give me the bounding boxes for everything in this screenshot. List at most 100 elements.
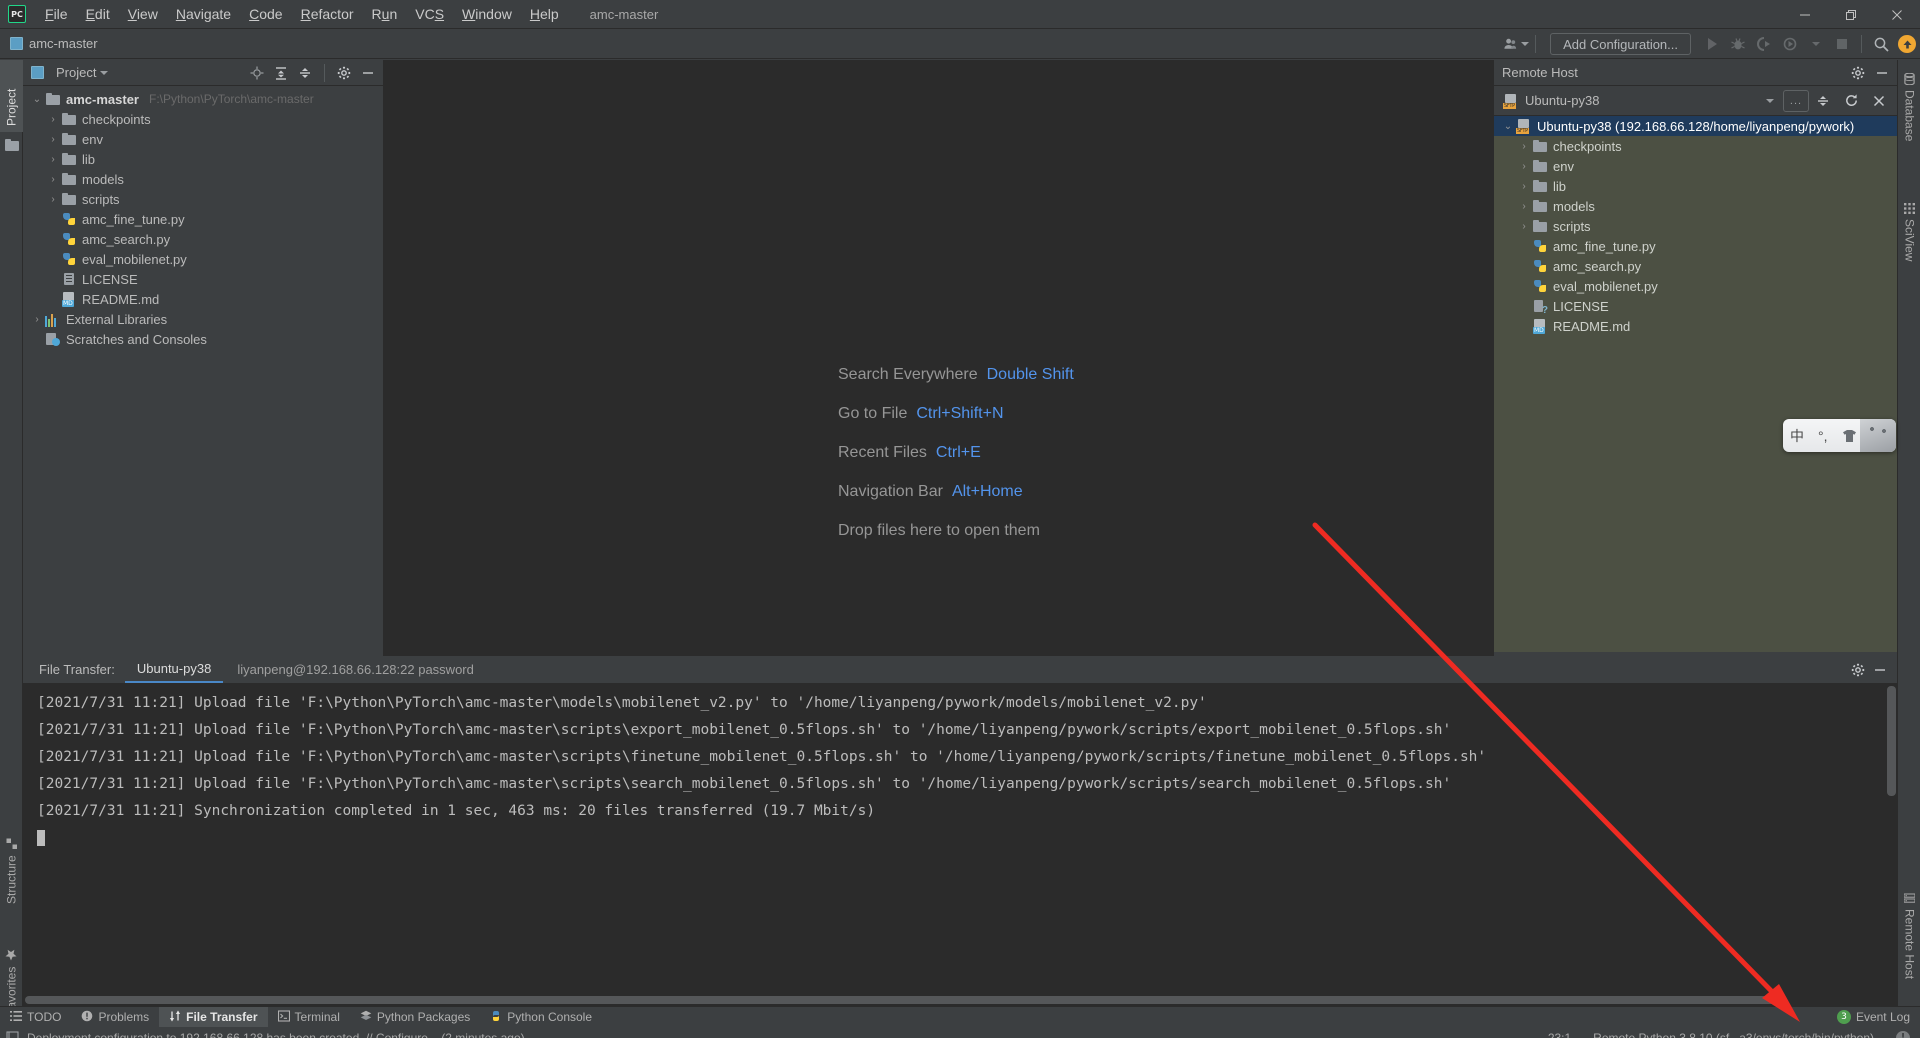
chevron-right-icon[interactable]: › — [1516, 161, 1532, 172]
ime-punctuation-mode[interactable]: °, — [1811, 428, 1835, 444]
menu-item-run[interactable]: Run — [363, 2, 407, 26]
debug-icon[interactable] — [1725, 32, 1751, 56]
locate-icon[interactable] — [246, 63, 268, 83]
user-accounts-icon[interactable] — [1503, 32, 1529, 56]
tree-row[interactable]: › env — [1494, 156, 1897, 176]
tree-row[interactable]: › lib — [1494, 176, 1897, 196]
expand-all-icon[interactable] — [270, 63, 292, 83]
bottom-tab-python-console[interactable]: Python Console — [480, 1007, 602, 1028]
chevron-down-icon[interactable] — [100, 71, 108, 75]
chevron-right-icon[interactable]: › — [1516, 141, 1532, 152]
tree-row[interactable]: ⌄ Ubuntu-py38 (192.168.66.128/home/liyan… — [1494, 116, 1897, 136]
menu-item-edit[interactable]: Edit — [77, 2, 119, 26]
menu-item-file[interactable]: File — [36, 2, 77, 26]
log-vertical-scrollbar[interactable] — [1885, 684, 1897, 1006]
chevron-right-icon[interactable]: › — [45, 114, 61, 125]
minimize-button[interactable] — [1782, 0, 1828, 29]
tree-row[interactable]: amc_fine_tune.py — [23, 209, 383, 229]
tree-row[interactable]: › models — [23, 169, 383, 189]
ime-floating-toolbar[interactable]: 中 °, — [1783, 419, 1896, 452]
run-icon[interactable] — [1699, 32, 1725, 56]
editor-area[interactable]: Search Everywhere Double Shift Go to Fil… — [384, 60, 1493, 656]
menu-item-view[interactable]: View — [119, 2, 167, 26]
profile-icon[interactable] — [1777, 32, 1803, 56]
breadcrumb[interactable]: amc-master — [10, 36, 98, 51]
chevron-down-icon[interactable]: ⌄ — [29, 94, 45, 105]
stop-icon[interactable] — [1829, 32, 1855, 56]
sidebar-item-files[interactable] — [0, 132, 23, 158]
deployment-server-combobox[interactable]: Ubuntu-py38 — [1502, 89, 1783, 113]
log-horizontal-scrollbar[interactable] — [23, 994, 1897, 1006]
chevron-right-icon[interactable]: › — [1516, 181, 1532, 192]
collapse-all-icon[interactable] — [294, 63, 316, 83]
message-icon[interactable] — [6, 1030, 19, 1038]
status-message[interactable]: Deployment configuration to 192.168.66.1… — [27, 1031, 525, 1038]
chevron-right-icon[interactable]: › — [29, 314, 45, 325]
tree-row[interactable]: › lib — [23, 149, 383, 169]
hide-icon[interactable] — [357, 63, 379, 83]
tree-row[interactable]: › checkpoints — [23, 109, 383, 129]
project-tree[interactable]: ⌄ amc-master F:\Python\PyTorch\amc-maste… — [23, 86, 383, 349]
tree-row[interactable]: › scripts — [1494, 216, 1897, 236]
search-icon[interactable] — [1868, 32, 1894, 56]
menu-item-code[interactable]: Code — [240, 2, 291, 26]
tree-row[interactable]: › scripts — [23, 189, 383, 209]
menu-item-help[interactable]: Help — [521, 2, 568, 26]
tab-ubuntu-py38[interactable]: Ubuntu-py38 — [125, 657, 223, 683]
tree-row[interactable]: Scratches and Consoles — [23, 329, 383, 349]
tree-row[interactable]: eval_mobilenet.py — [23, 249, 383, 269]
chevron-right-icon[interactable]: › — [45, 154, 61, 165]
menu-bar[interactable]: File Edit View Navigate Code Refactor Ru… — [36, 2, 568, 26]
profile-dropdown-icon[interactable] — [1803, 32, 1829, 56]
chevron-down-icon[interactable] — [1766, 99, 1774, 103]
settings-gear-icon[interactable] — [1847, 63, 1869, 83]
sidebar-item-project[interactable]: Project — [0, 60, 23, 132]
caret-position[interactable]: 23:1 — [1548, 1031, 1571, 1038]
bottom-tab-problems[interactable]: Problems — [71, 1007, 159, 1028]
maximize-button[interactable] — [1828, 0, 1874, 29]
file-transfer-log[interactable]: [2021/7/31 11:21] Upload file 'F:\Python… — [23, 684, 1897, 1006]
tree-row[interactable]: › checkpoints — [1494, 136, 1897, 156]
tree-row[interactable]: README.md — [23, 289, 383, 309]
scrollbar-thumb[interactable] — [25, 996, 1785, 1004]
ime-language-mode[interactable]: 中 — [1783, 426, 1811, 446]
settings-gear-icon[interactable] — [333, 63, 355, 83]
tree-row[interactable]: ⌄ amc-master F:\Python\PyTorch\amc-maste… — [23, 89, 383, 109]
tree-row[interactable]: amc_search.py — [1494, 256, 1897, 276]
scrollbar-thumb[interactable] — [1887, 686, 1896, 796]
tree-row[interactable]: amc_fine_tune.py — [1494, 236, 1897, 256]
chevron-right-icon[interactable]: › — [1516, 201, 1532, 212]
hide-icon[interactable] — [1869, 660, 1891, 680]
chevron-right-icon[interactable]: › — [45, 194, 61, 205]
sidebar-item-database[interactable]: Database — [1898, 64, 1920, 160]
tree-row[interactable]: amc_search.py — [23, 229, 383, 249]
close-button[interactable] — [1874, 0, 1920, 29]
interpreter-indicator[interactable]: Remote Python 3.8.10 (sf...a3/envs/torch… — [1593, 1031, 1874, 1038]
tree-row[interactable]: LICENSE — [23, 269, 383, 289]
bottom-tab-file-transfer[interactable]: File Transfer — [159, 1007, 267, 1028]
browse-ellipsis-button[interactable]: ... — [1783, 90, 1809, 112]
sidebar-item-structure[interactable]: Structure — [0, 810, 23, 910]
window-controls[interactable] — [1782, 0, 1920, 29]
settings-gear-icon[interactable] — [1847, 660, 1869, 680]
menu-item-window[interactable]: Window — [453, 2, 521, 26]
tree-row[interactable]: eval_mobilenet.py — [1494, 276, 1897, 296]
sidebar-item-remote-host[interactable]: Remote Host — [1898, 884, 1920, 1004]
collapse-all-icon[interactable] — [1809, 90, 1837, 112]
sidebar-item-sciview[interactable]: SciView — [1898, 194, 1920, 284]
chevron-right-icon[interactable]: › — [45, 134, 61, 145]
tree-row[interactable]: › External Libraries — [23, 309, 383, 329]
bottom-tab-terminal[interactable]: Terminal — [268, 1007, 350, 1028]
hide-icon[interactable] — [1871, 63, 1893, 83]
refresh-icon[interactable] — [1837, 90, 1865, 112]
add-configuration-button[interactable]: Add Configuration... — [1550, 33, 1691, 55]
chevron-right-icon[interactable]: › — [45, 174, 61, 185]
chevron-down-icon[interactable]: ⌄ — [1500, 121, 1516, 132]
menu-item-refactor[interactable]: Refactor — [292, 2, 363, 26]
cat-avatar[interactable] — [1860, 419, 1896, 452]
remote-host-tree[interactable]: ⌄ Ubuntu-py38 (192.168.66.128/home/liyan… — [1494, 116, 1897, 652]
chevron-right-icon[interactable]: › — [1516, 221, 1532, 232]
menu-item-vcs[interactable]: VCS — [406, 2, 453, 26]
run-with-coverage-icon[interactable] — [1751, 32, 1777, 56]
tree-row[interactable]: › models — [1494, 196, 1897, 216]
